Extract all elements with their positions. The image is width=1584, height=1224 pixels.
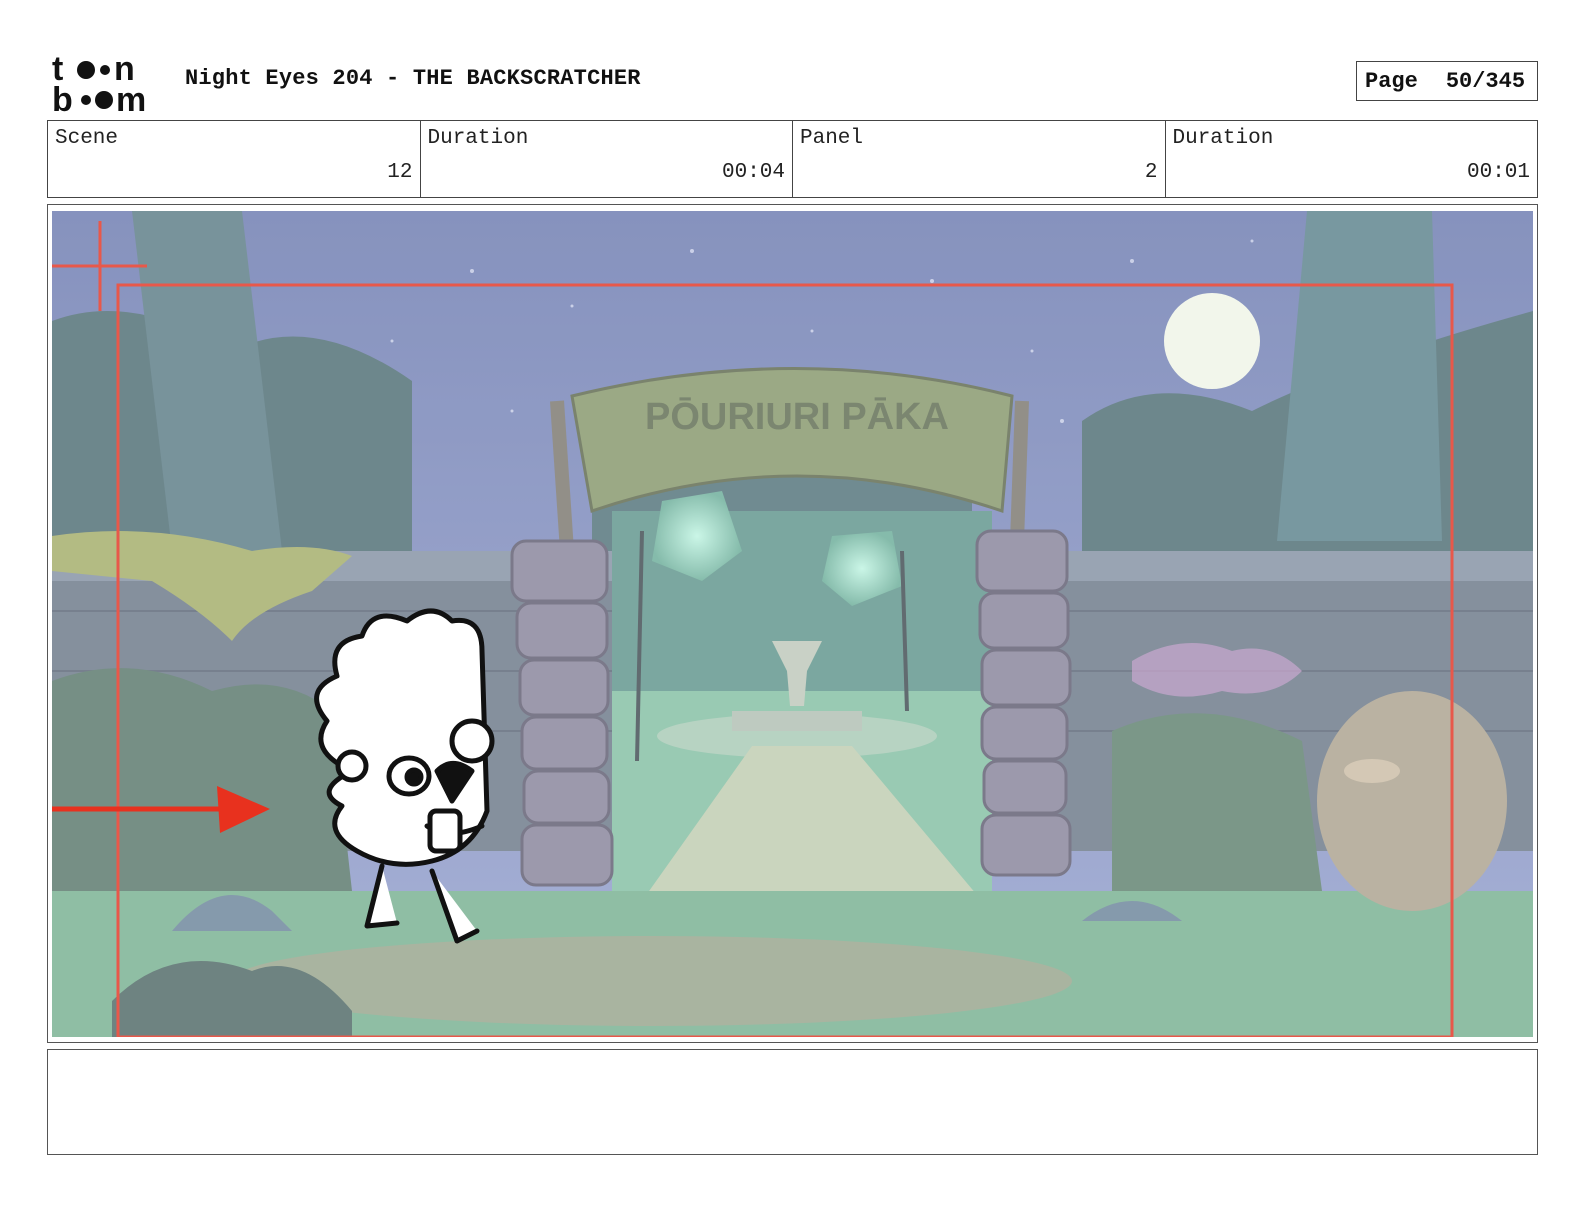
scene-label: Scene	[55, 127, 119, 150]
scene-duration-cell: Duration 00:04	[421, 121, 793, 197]
page-label: Page	[1365, 68, 1418, 94]
scene-cell: Scene 12	[48, 121, 421, 197]
panel-duration-label: Duration	[1172, 127, 1274, 150]
panel-label: Panel	[800, 127, 864, 150]
panel-notes-box	[47, 1049, 1538, 1155]
panel-value: 2	[1144, 161, 1158, 184]
panel-cell: Panel 2	[793, 121, 1166, 197]
page-indicator: Page 50/345	[1356, 61, 1538, 101]
svg-text:m: m	[116, 81, 146, 114]
svg-text:b: b	[52, 81, 73, 114]
storyboard-title: Night Eyes 204 - THE BACKSCRATCHER	[185, 66, 641, 91]
scene-duration-value: 00:04	[721, 161, 785, 184]
scene-value: 12	[387, 161, 413, 184]
page-number: 50/345	[1445, 68, 1526, 94]
panel-duration-cell: Duration 00:01	[1166, 121, 1538, 197]
toon-boom-logo: t n b m	[52, 52, 146, 114]
panel-info-row: Scene 12 Duration 00:04 Panel 2 Duration…	[47, 120, 1538, 198]
scene-duration-label: Duration	[427, 127, 529, 150]
storyboard-panel-artwork: PŌURIURI PĀKA	[52, 211, 1533, 1037]
panel-duration-value: 00:01	[1466, 161, 1530, 184]
image-wash	[52, 211, 1533, 1037]
